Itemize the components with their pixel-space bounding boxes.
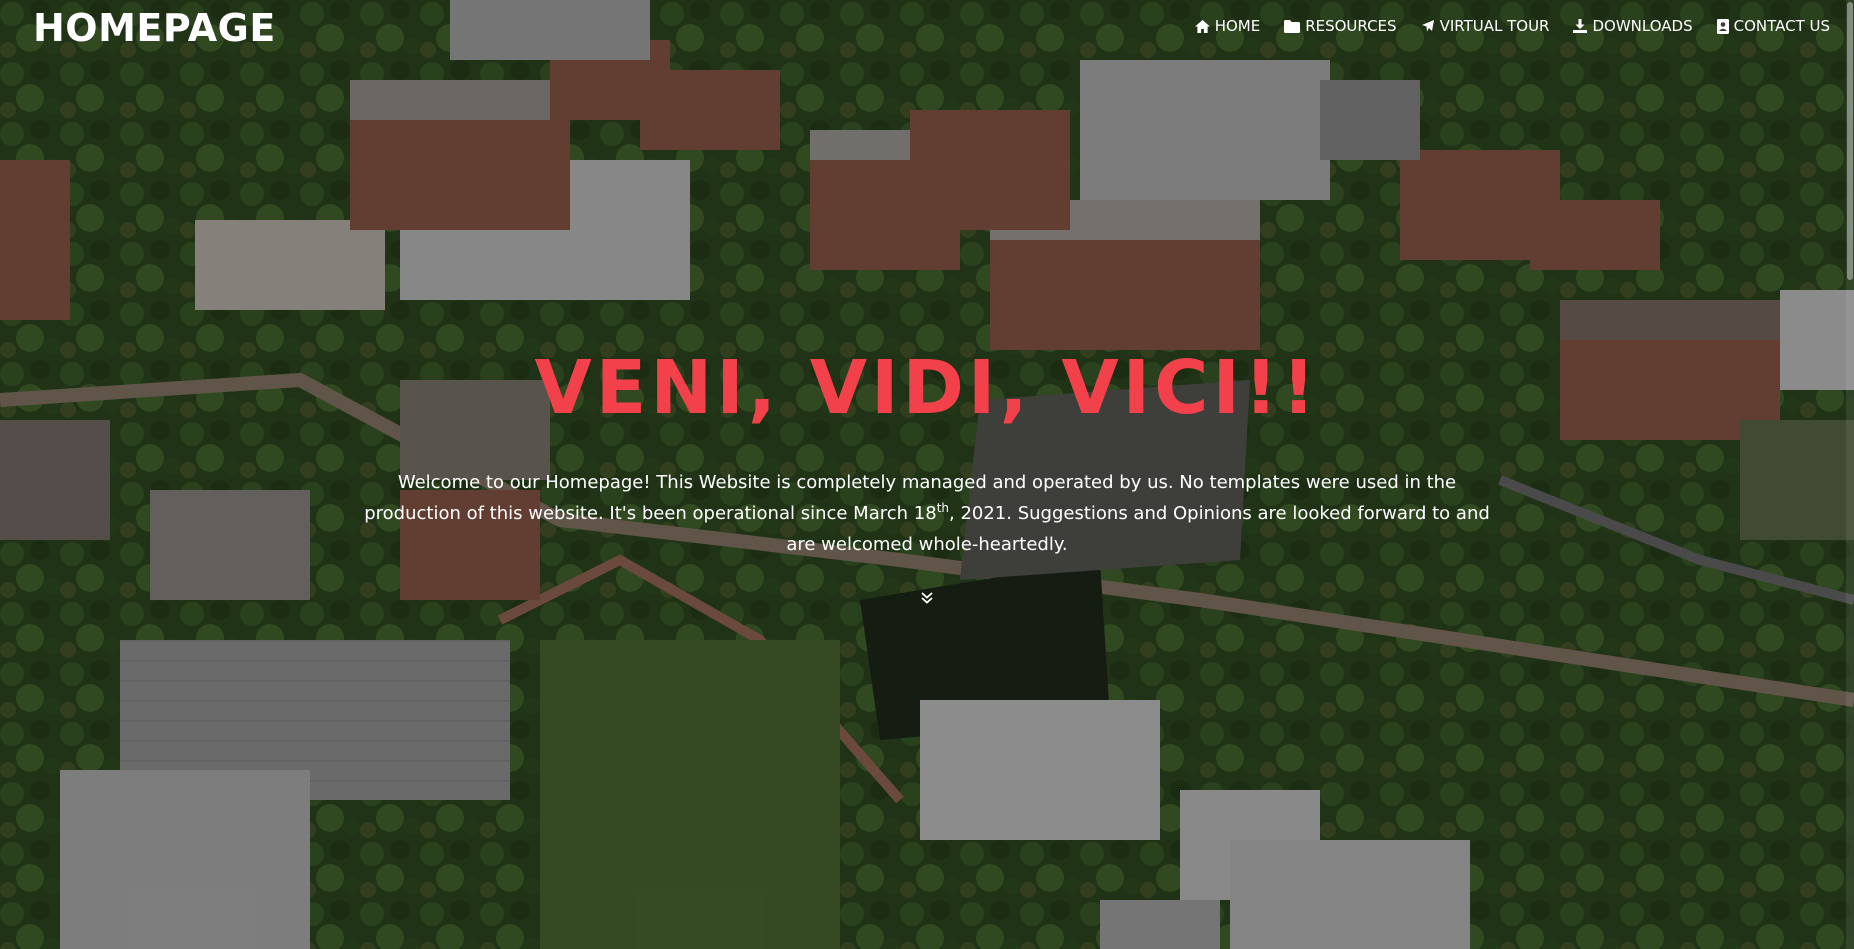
scrollbar-thumb[interactable] xyxy=(1847,2,1853,280)
nav-contact-us[interactable]: CONTACT US xyxy=(1716,17,1830,35)
nav-virtual-tour-label: VIRTUAL TOUR xyxy=(1439,17,1550,35)
nav-home[interactable]: HOME xyxy=(1194,17,1261,35)
brand-title[interactable]: HOMEPAGE xyxy=(33,6,276,50)
nav-contact-us-label: CONTACT US xyxy=(1733,17,1830,35)
nav-resources-label: RESOURCES xyxy=(1305,17,1397,35)
main-nav: HOME RESOURCES VIRTUAL TOUR DOWNLOADS CO… xyxy=(1194,17,1830,35)
welcome-text: Welcome to our Homepage! This Website is… xyxy=(347,467,1507,560)
nav-downloads[interactable]: DOWNLOADS xyxy=(1573,17,1693,35)
plane-icon xyxy=(1421,20,1434,32)
contact-card-icon xyxy=(1716,18,1729,34)
home-icon xyxy=(1194,19,1210,33)
chevron-double-down-icon[interactable] xyxy=(919,590,935,606)
page-scrollbar[interactable] xyxy=(1846,0,1854,949)
nav-virtual-tour[interactable]: VIRTUAL TOUR xyxy=(1421,17,1550,35)
hero-headline: VENI, VIDI, VICI!! xyxy=(534,345,1320,431)
nav-resources[interactable]: RESOURCES xyxy=(1284,17,1397,35)
hero-section: HOMEPAGE HOME RESOURCES VIRTUAL TOUR DOW… xyxy=(0,0,1854,949)
welcome-text-ordinal: th xyxy=(936,501,949,515)
nav-downloads-label: DOWNLOADS xyxy=(1592,17,1693,35)
nav-home-label: HOME xyxy=(1214,17,1261,35)
download-icon xyxy=(1573,19,1588,33)
folder-icon xyxy=(1284,19,1301,33)
